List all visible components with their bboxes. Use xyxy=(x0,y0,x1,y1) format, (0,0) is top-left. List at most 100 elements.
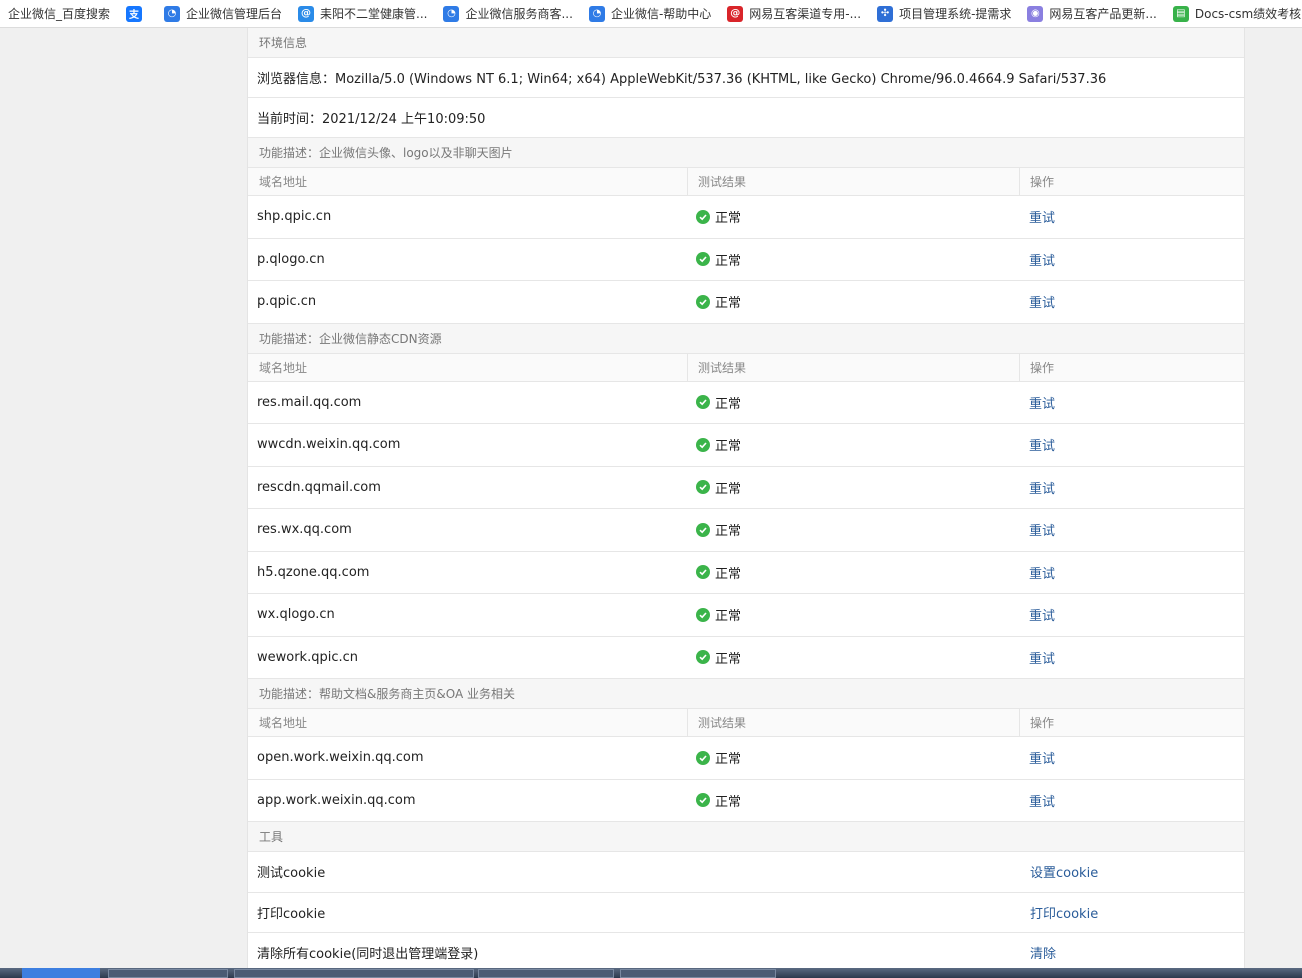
domain-cell: wework.qpic.cn xyxy=(257,649,359,665)
env-section-title: 环境信息 xyxy=(248,28,1244,58)
browser-info: 浏览器信息：Mozilla/5.0 (Windows NT 6.1; Win64… xyxy=(248,58,1244,98)
tool-action-cell: 打印cookie xyxy=(1020,903,1098,922)
bookmark-item[interactable]: ✣ 项目管理系统-提需求 xyxy=(869,0,1019,27)
network-check-panel: 环境信息 浏览器信息：Mozilla/5.0 (Windows NT 6.1; … xyxy=(247,28,1245,968)
tool-label: 打印cookie xyxy=(257,906,326,922)
project-icon: ✣ xyxy=(877,5,894,22)
bookmark-label: 项目管理系统-提需求 xyxy=(899,7,1012,21)
taskbar-item[interactable] xyxy=(620,969,776,978)
domain-groups: 功能描述：企业微信头像、logo以及非聊天图片 域名地址 测试结果 操作 shp.qpi… xyxy=(248,138,1244,822)
result-cell: 正常 xyxy=(688,207,1020,226)
action-cell: 重试 xyxy=(1020,393,1055,412)
bookmark-label: 企业微信管理后台 xyxy=(186,7,283,21)
bookmark-label: 网易互客渠道专用-... xyxy=(749,7,862,21)
col-result-header: 测试结果 xyxy=(688,353,1020,381)
retry-link[interactable]: 重试 xyxy=(1029,296,1055,311)
start-button[interactable] xyxy=(22,968,100,978)
result-cell: 正常 xyxy=(688,393,1020,412)
tools-list: 测试cookie 设置cookie 打印cookie 打印cookie 清除所有cook… xyxy=(248,852,1244,968)
bookmark-item[interactable]: @ 网易互客渠道专用-... xyxy=(719,0,869,27)
table-row: rescdn.qqmail.com 正常 重试 xyxy=(248,467,1244,509)
table-row: open.work.weixin.qq.com 正常 重试 xyxy=(248,737,1244,780)
retry-link[interactable]: 重试 xyxy=(1029,482,1055,497)
check-circle-icon xyxy=(696,793,710,808)
col-domain-header: 域名地址 xyxy=(248,709,688,736)
bookmark-item[interactable]: ◔ 企业微信-帮助中心 xyxy=(581,0,719,27)
tool-action-link[interactable]: 清除 xyxy=(1030,947,1056,962)
table-row: wwcdn.weixin.qq.com 正常 重试 xyxy=(248,424,1244,467)
domain-cell: wx.qlogo.cn xyxy=(257,607,335,623)
tool-action-link[interactable]: 设置cookie xyxy=(1030,866,1098,881)
tools-section-title: 工具 xyxy=(248,822,1244,852)
taskbar-item[interactable] xyxy=(108,969,228,978)
table-header: 域名地址 测试结果 操作 xyxy=(248,353,1244,382)
retry-link[interactable]: 重试 xyxy=(1029,524,1055,539)
check-circle-icon xyxy=(696,650,710,665)
status-text: 正常 xyxy=(715,609,742,625)
bookmark-item[interactable]: ◔ 企业微信服务商客... xyxy=(435,0,580,27)
action-cell: 重试 xyxy=(1020,748,1055,767)
action-cell: 重试 xyxy=(1020,435,1055,454)
action-cell: 重试 xyxy=(1020,605,1055,624)
result-cell: 正常 xyxy=(688,563,1020,582)
retry-link[interactable]: 重试 xyxy=(1029,397,1055,412)
bookmark-item[interactable]: ◉ 网易互客产品更新... xyxy=(1019,0,1164,27)
bookmark-label: 耒阳不二堂健康管... xyxy=(320,7,428,21)
result-cell: 正常 xyxy=(688,791,1020,810)
col-action-header: 操作 xyxy=(1030,360,1055,375)
action-cell: 重试 xyxy=(1020,791,1055,810)
table-row: res.mail.qq.com 正常 重试 xyxy=(248,382,1244,424)
at-icon: @ xyxy=(298,5,315,22)
group-title: 功能描述：企业微信静态CDN资源 xyxy=(248,323,1244,354)
status-text: 正常 xyxy=(715,752,742,768)
retry-link[interactable]: 重试 xyxy=(1029,652,1055,667)
retry-link[interactable]: 重试 xyxy=(1029,439,1055,454)
bookmarks-bar: 企业微信_百度搜索 支 ◔ 企业微信管理后台 @ 耒阳不二堂健康管... ◔ 企业微信服务商客… xyxy=(0,0,1302,28)
retry-link[interactable]: 重试 xyxy=(1029,609,1055,624)
status-text: 正常 xyxy=(715,296,742,312)
bookmark-label: 企业微信-帮助中心 xyxy=(610,7,712,21)
action-cell: 重试 xyxy=(1020,207,1055,226)
domain-cell: shp.qpic.cn xyxy=(257,209,332,225)
tool-row: 清除所有cookie(同时退出管理端登录) 清除 xyxy=(248,933,1244,968)
taskbar-item[interactable] xyxy=(478,969,614,978)
tool-action-cell: 清除 xyxy=(1020,943,1056,962)
col-domain-header: 域名地址 xyxy=(248,353,688,381)
domain-cell: p.qpic.cn xyxy=(257,294,317,310)
domain-cell: h5.qzone.qq.com xyxy=(257,564,370,580)
status-text: 正常 xyxy=(715,566,742,582)
action-cell: 重试 xyxy=(1020,250,1055,269)
bookmark-item[interactable]: ◔ 企业微信管理后台 xyxy=(156,0,290,27)
table-row: wework.qpic.cn 正常 重试 xyxy=(248,637,1244,679)
check-circle-icon xyxy=(696,480,710,495)
taskbar-item[interactable] xyxy=(234,969,474,978)
retry-link[interactable]: 重试 xyxy=(1029,254,1055,269)
domain-cell: open.work.weixin.qq.com xyxy=(257,750,424,766)
table-row: wx.qlogo.cn 正常 重试 xyxy=(248,594,1244,637)
tool-label: 测试cookie xyxy=(257,866,326,882)
retry-link[interactable]: 重试 xyxy=(1029,752,1055,767)
current-time: 当前时间：2021/12/24 上午10:09:50 xyxy=(248,98,1244,138)
bookmark-item[interactable]: 企业微信_百度搜索 xyxy=(0,0,118,27)
bookmark-label: 企业微信服务商客... xyxy=(465,7,573,21)
bookmark-item[interactable]: 支 xyxy=(118,0,156,27)
result-cell: 正常 xyxy=(688,520,1020,539)
result-cell: 正常 xyxy=(688,435,1020,454)
tool-action-cell: 设置cookie xyxy=(1020,862,1098,881)
status-text: 正常 xyxy=(715,651,742,667)
bookmark-item[interactable]: ▤ Docs-csm绩效考核 xyxy=(1165,0,1302,27)
group-title: 功能描述：企业微信头像、logo以及非聊天图片 xyxy=(248,138,1244,168)
netease-product-icon: ◉ xyxy=(1027,5,1044,22)
check-circle-icon xyxy=(696,252,710,267)
tool-action-link[interactable]: 打印cookie xyxy=(1030,907,1098,922)
tool-row: 测试cookie 设置cookie xyxy=(248,852,1244,893)
wecom-icon: ◔ xyxy=(164,5,181,22)
retry-link[interactable]: 重试 xyxy=(1029,795,1055,810)
group-title: 功能描述：帮助文档&服务商主页&OA 业务相关 xyxy=(248,679,1244,709)
domain-cell: p.qlogo.cn xyxy=(257,251,325,267)
retry-link[interactable]: 重试 xyxy=(1029,211,1055,226)
bookmark-item[interactable]: @ 耒阳不二堂健康管... xyxy=(290,0,435,27)
result-cell: 正常 xyxy=(688,478,1020,497)
bookmark-label: Docs-csm绩效考核 xyxy=(1194,7,1302,21)
retry-link[interactable]: 重试 xyxy=(1029,567,1055,582)
